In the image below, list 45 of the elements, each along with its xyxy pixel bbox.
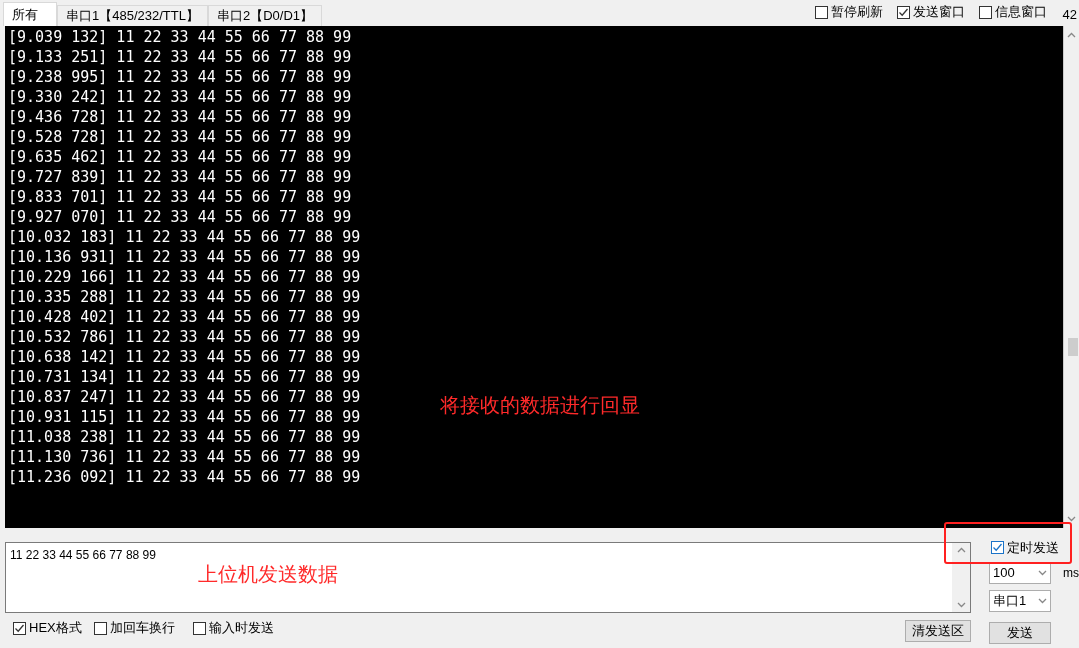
log-line: [11.038 238] 11 22 33 44 55 66 77 88 99	[8, 427, 361, 447]
clear-send-button[interactable]: 清发送区	[905, 620, 971, 642]
tab[interactable]: 串口1【485/232/TTL】	[57, 5, 208, 26]
log-line: [9.635 462] 11 22 33 44 55 66 77 88 99	[8, 147, 352, 167]
log-line: [10.032 183] 11 22 33 44 55 66 77 88 99	[8, 227, 361, 247]
log-line: [10.837 247] 11 22 33 44 55 66 77 88 99	[8, 387, 361, 407]
log-line: [10.731 134] 11 22 33 44 55 66 77 88 99	[8, 367, 361, 387]
unit-label: ms	[1063, 565, 1079, 582]
log-line: [9.833 701] 11 22 33 44 55 66 77 88 99	[8, 187, 352, 207]
checkbox[interactable]: 发送窗口	[896, 2, 965, 22]
port-select[interactable]: 串口1	[989, 590, 1051, 612]
counter-text: 42	[1062, 6, 1077, 25]
log-line: [9.238 995] 11 22 33 44 55 66 77 88 99	[8, 67, 352, 87]
checkbox[interactable]: 加回车换行	[93, 618, 175, 638]
annotation-text: 将接收的数据进行回显	[440, 393, 640, 418]
log-line: [9.727 839] 11 22 33 44 55 66 77 88 99	[8, 167, 352, 187]
checkbox[interactable]: 暂停刷新	[814, 2, 883, 22]
interval-select[interactable]: 100	[989, 562, 1051, 584]
tab[interactable]: 串口2【D0/D1】	[207, 5, 323, 26]
log-line: [11.236 092] 11 22 33 44 55 66 77 88 99	[8, 467, 361, 487]
log-line: [9.330 242] 11 22 33 44 55 66 77 88 99	[8, 87, 352, 107]
log-line: [10.229 166] 11 22 33 44 55 66 77 88 99	[8, 267, 361, 287]
log-line: [9.133 251] 11 22 33 44 55 66 77 88 99	[8, 47, 352, 67]
send-button[interactable]: 发送	[989, 622, 1051, 644]
checkbox[interactable]: HEX格式	[13, 618, 82, 638]
log-line: [9.927 070] 11 22 33 44 55 66 77 88 99	[8, 207, 352, 227]
tab[interactable]: 所有	[3, 2, 57, 26]
log-line: [9.039 132] 11 22 33 44 55 66 77 88 99	[8, 27, 352, 47]
send-data-text: 11 22 33 44 55 66 77 88 99	[9, 547, 156, 564]
scrollbar[interactable]	[952, 543, 970, 612]
checkbox[interactable]: 输入时发送	[192, 618, 274, 638]
log-line: [10.136 931] 11 22 33 44 55 66 77 88 99	[8, 247, 361, 267]
checkbox[interactable]: 信息窗口	[978, 2, 1047, 22]
log-line: [10.428 402] 11 22 33 44 55 66 77 88 99	[8, 307, 361, 327]
log-line: [9.436 728] 11 22 33 44 55 66 77 88 99	[8, 107, 352, 127]
log-line: [11.130 736] 11 22 33 44 55 66 77 88 99	[8, 447, 361, 467]
scroll-thumb[interactable]	[1068, 338, 1078, 356]
log-line: [10.335 288] 11 22 33 44 55 66 77 88 99	[8, 287, 361, 307]
send-input-field[interactable]: 11 22 33 44 55 66 77 88 99 上位机发送数据	[5, 542, 971, 613]
log-line: [10.931 115] 11 22 33 44 55 66 77 88 99	[8, 407, 361, 427]
annotation-text: 上位机发送数据	[198, 562, 338, 587]
checkbox[interactable]: 定时发送	[991, 537, 1059, 557]
log-line: [10.638 142] 11 22 33 44 55 66 77 88 99	[8, 347, 361, 367]
log-line: [10.532 786] 11 22 33 44 55 66 77 88 99	[8, 327, 361, 347]
log-line: [9.528 728] 11 22 33 44 55 66 77 88 99	[8, 127, 352, 147]
